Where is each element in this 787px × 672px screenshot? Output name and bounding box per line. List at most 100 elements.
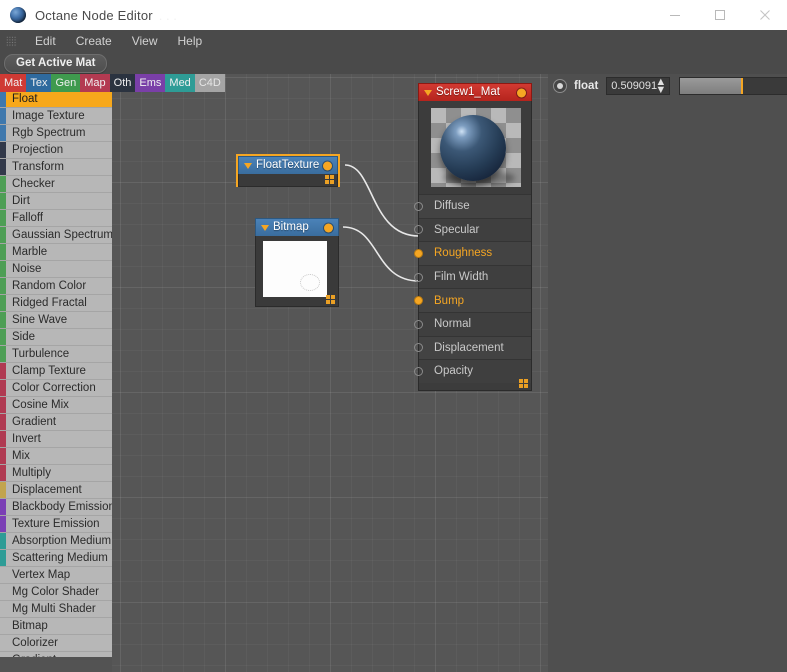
triangle-down-icon[interactable]	[424, 89, 432, 96]
category-button-ems[interactable]: Ems	[135, 74, 166, 92]
float-property-row: float 0.509091 ▲ ▼	[553, 77, 787, 96]
material-slot[interactable]: Displacement	[414, 335, 531, 360]
material-slot[interactable]: Film Width	[414, 264, 531, 289]
maximize-icon[interactable]	[697, 0, 742, 30]
float-value-input[interactable]: 0.509091 ▲ ▼	[606, 77, 671, 96]
resize-grip-icon[interactable]	[325, 175, 334, 184]
node-list-item-label: Random Color	[12, 280, 87, 292]
node-list-item[interactable]: Cosine Mix	[0, 397, 112, 414]
node-bitmap[interactable]: Bitmap	[255, 218, 339, 307]
node-list-item[interactable]: Mix	[0, 448, 112, 465]
node-list-item[interactable]: Turbulence	[0, 346, 112, 363]
material-slot[interactable]: Diffuse	[414, 194, 531, 218]
floattexture-output-port[interactable]	[323, 161, 332, 170]
node-list-item[interactable]: Transform	[0, 159, 112, 176]
node-list-item[interactable]: Colorizer	[0, 635, 112, 652]
triangle-down-icon[interactable]	[244, 162, 252, 169]
slot-input-port[interactable]	[414, 343, 423, 353]
stepper-down-icon[interactable]: ▼	[651, 85, 666, 96]
floattexture-title: FloatTexture	[256, 159, 320, 171]
category-button-mat[interactable]: Mat	[0, 74, 27, 92]
node-list-item[interactable]: Falloff	[0, 210, 112, 227]
node-list-item[interactable]: Invert	[0, 431, 112, 448]
node-list-item[interactable]: Noise	[0, 261, 112, 278]
node-list-item[interactable]: Vertex Map	[0, 567, 112, 584]
node-screw1-mat[interactable]: Screw1_Mat Diffuse Specular Roughness Film …	[414, 83, 532, 391]
material-header[interactable]: Screw1_Mat	[418, 83, 532, 101]
category-button-map[interactable]: Map	[80, 74, 110, 92]
node-list-item[interactable]: Image Texture	[0, 108, 112, 125]
bitmap-output-port[interactable]	[324, 223, 333, 232]
material-slot[interactable]: Opacity	[414, 359, 531, 383]
floattexture-header[interactable]: FloatTexture	[238, 156, 338, 174]
triangle-down-icon[interactable]	[261, 224, 269, 231]
node-list-item[interactable]: Projection	[0, 142, 112, 159]
node-list-item[interactable]: Float	[0, 91, 112, 108]
resize-grip-icon[interactable]	[519, 379, 528, 388]
category-button-tex[interactable]: Tex	[26, 74, 52, 92]
node-list-item[interactable]: Rgb Spectrum	[0, 125, 112, 142]
menu-item-create[interactable]: Create	[66, 30, 122, 52]
slot-input-port[interactable]	[414, 225, 423, 235]
bitmap-header[interactable]: Bitmap	[255, 218, 339, 236]
node-list-item[interactable]: Texture Emission	[0, 516, 112, 533]
node-list-item-label: Invert	[12, 433, 41, 445]
node-list-item[interactable]: Gaussian Spectrum	[0, 227, 112, 244]
get-active-mat-button[interactable]: Get Active Mat	[4, 54, 108, 73]
slot-input-port[interactable]	[414, 296, 423, 306]
material-slot[interactable]: Normal	[414, 311, 531, 336]
category-filter-bar[interactable]: Mat Tex Gen Map Oth Ems Med C4D	[0, 74, 225, 92]
node-list-item[interactable]: Gradient	[0, 414, 112, 431]
node-list-item[interactable]: Ridged Fractal	[0, 295, 112, 312]
node-list-item[interactable]: Multiply	[0, 465, 112, 482]
category-button-med[interactable]: Med	[165, 74, 195, 92]
float-slider-knob[interactable]	[740, 78, 743, 94]
node-graph-canvas[interactable]: FloatTexture Bitmap Screw1_Mat Diffuse S…	[112, 74, 548, 672]
close-icon[interactable]	[742, 0, 787, 30]
minimize-icon[interactable]	[652, 0, 697, 30]
drag-grip-icon[interactable]	[6, 35, 17, 47]
category-button-c4d[interactable]: C4D	[194, 74, 225, 92]
material-output-port[interactable]	[517, 88, 526, 97]
slot-input-port[interactable]	[414, 366, 423, 376]
menu-item-edit[interactable]: Edit	[25, 30, 66, 52]
menu-item-view[interactable]: View	[122, 30, 168, 52]
node-list-item[interactable]: Checker	[0, 176, 112, 193]
node-list-item[interactable]: Sine Wave	[0, 312, 112, 329]
node-list-item[interactable]: Random Color	[0, 278, 112, 295]
node-list-item[interactable]: Clamp Texture	[0, 363, 112, 380]
node-floattexture[interactable]: FloatTexture	[236, 154, 340, 187]
node-list-item-label: Noise	[12, 263, 42, 275]
float-slider[interactable]	[679, 77, 787, 95]
material-preview-sphere[interactable]	[431, 108, 521, 187]
slot-input-port[interactable]	[414, 201, 423, 211]
radio-selected-icon[interactable]	[553, 79, 567, 93]
material-slot[interactable]: Specular	[414, 217, 531, 242]
node-list-item[interactable]: Color Correction	[0, 380, 112, 397]
resize-grip-icon[interactable]	[326, 295, 335, 304]
slot-input-port[interactable]	[414, 272, 423, 282]
node-list-item[interactable]: Marble	[0, 244, 112, 261]
stepper-icon[interactable]: ▲ ▼	[651, 77, 666, 96]
slot-input-port[interactable]	[414, 319, 423, 329]
float-property-label: float	[574, 80, 599, 92]
node-list-item[interactable]: Absorption Medium	[0, 533, 112, 550]
node-list-item[interactable]: Mg Multi Shader	[0, 601, 112, 618]
bitmap-thumbnail[interactable]	[263, 241, 327, 297]
material-slot[interactable]: Bump	[414, 288, 531, 312]
node-list-item[interactable]: Gradient	[0, 652, 112, 657]
node-list-item[interactable]: Bitmap	[0, 618, 112, 635]
material-slot[interactable]: Roughness	[414, 241, 531, 265]
slot-input-port[interactable]	[414, 248, 423, 258]
node-list-item-label: Rgb Spectrum	[12, 127, 86, 139]
category-button-oth[interactable]: Oth	[109, 74, 136, 92]
node-list-item[interactable]: Side	[0, 329, 112, 346]
menu-item-help[interactable]: Help	[168, 30, 213, 52]
node-list-item[interactable]: Mg Color Shader	[0, 584, 112, 601]
category-button-gen[interactable]: Gen	[51, 74, 81, 92]
node-browser-list[interactable]: Mix MaterialFloatImage TextureRgb Spectr…	[0, 74, 112, 657]
node-list-item[interactable]: Blackbody Emission	[0, 499, 112, 516]
node-list-item[interactable]: Displacement	[0, 482, 112, 499]
node-list-item[interactable]: Scattering Medium	[0, 550, 112, 567]
node-list-item[interactable]: Dirt	[0, 193, 112, 210]
